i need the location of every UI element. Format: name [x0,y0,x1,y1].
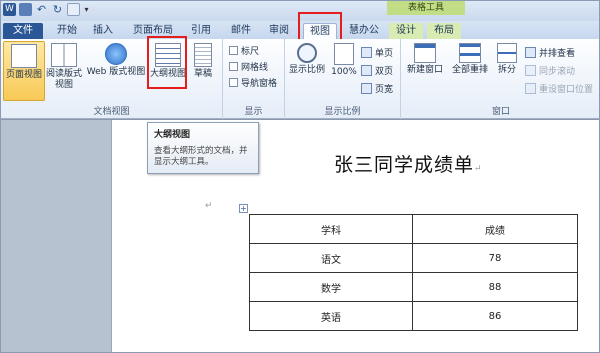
tab-references[interactable]: 引用 [187,23,215,39]
context-tab-group-label: 表格工具 [387,1,465,15]
page-width-button[interactable]: 页宽 [361,81,393,95]
reset-position-icon [525,82,536,94]
table-cell[interactable]: 88 [412,272,578,302]
undo-icon[interactable]: ↶ [35,3,48,16]
tab-insert[interactable]: 插入 [89,23,117,39]
word-logo-icon[interactable]: W [3,3,16,16]
outline-button[interactable]: 大纲视图 [149,41,187,101]
table-row: 语文 78 [249,243,578,273]
tab-extra[interactable]: 慧办公 [345,23,383,39]
group-document-views: 页面视图 阅读版式视图 Web 版式视图 大纲视图 草稿 文档视图 [1,39,223,119]
split-button[interactable]: 拆分 [493,41,521,85]
table-cell[interactable]: 数学 [249,272,413,302]
table-row: 学科 成绩 [249,214,578,244]
redo-icon[interactable]: ↻ [51,3,64,16]
customize-qat-icon[interactable]: ▾ [83,3,90,16]
tooltip-title: 大纲视图 [154,130,191,140]
print-preview-icon[interactable] [67,3,80,16]
group-label-show: 显示 [244,107,263,117]
nav-pane-check-icon [229,77,238,87]
outline-tooltip: 大纲视图 查看大纲形式的文档，并显示大纲工具。 [147,122,259,174]
tab-table-design[interactable]: 设计 [389,23,423,39]
ruler-check-icon [229,45,238,55]
group-window: 新建窗口 全部重排 拆分 并排查看 同步滚动 重设窗口位置 窗口 [401,39,599,119]
zoom-100-button[interactable]: 100% [329,41,359,85]
new-window-icon [414,43,436,63]
word-window: W ↶ ↻ ▾ 表格工具 文件 开始 插入 页面布局 引用 邮件 审阅 视图 慧… [0,0,600,353]
outline-icon [155,43,181,67]
table-cell[interactable]: 学科 [249,214,413,244]
tab-table-layout[interactable]: 布局 [427,23,461,39]
table-cell[interactable]: 英语 [249,301,413,331]
paragraph-mark-icon: ↵ [474,164,483,174]
split-icon [497,43,517,63]
page-width-icon [361,82,372,94]
group-zoom: 显示比例 100% 单页 双页 页宽 显示比例 [285,39,401,119]
tab-review[interactable]: 审阅 [265,23,293,39]
ribbon: 页面视图 阅读版式视图 Web 版式视图 大纲视图 草稿 文档视图 标尺 网格线… [1,36,599,119]
tab-file[interactable]: 文件 [3,23,43,39]
group-show: 标尺 网格线 导航窗格 显示 [223,39,285,119]
table-cell[interactable]: 86 [412,301,578,331]
print-layout-icon [11,44,37,68]
group-label-document-views: 文档视图 [93,107,130,117]
title-bar: W ↶ ↻ ▾ 表格工具 [1,1,599,21]
side-by-side-icon [525,46,536,58]
zoom-100-icon [334,43,354,65]
tab-home[interactable]: 开始 [53,23,81,39]
full-reading-icon [51,43,77,67]
arrange-all-icon [459,43,481,63]
full-reading-button[interactable]: 阅读版式视图 [45,41,83,101]
tab-view[interactable]: 视图 [303,23,337,39]
tooltip-description: 查看大纲形式的文档，并显示大纲工具。 [154,146,248,167]
tab-page-layout[interactable]: 页面布局 [129,23,177,39]
ruler-checkbox[interactable]: 标尺 [229,43,259,57]
zoom-button[interactable]: 显示比例 [287,41,327,85]
ribbon-tabs: 文件 开始 插入 页面布局 引用 邮件 审阅 视图 慧办公 设计 布局 [1,21,599,39]
gridlines-checkbox[interactable]: 网格线 [229,59,268,73]
table-cell[interactable]: 语文 [249,243,413,273]
one-page-button[interactable]: 单页 [361,45,393,59]
group-label-zoom: 显示比例 [324,107,361,117]
two-pages-icon [361,64,372,76]
table-row: 数学 88 [249,272,578,302]
draft-icon [194,43,212,67]
draft-button[interactable]: 草稿 [189,41,217,81]
table-cell[interactable]: 成绩 [412,214,578,244]
tab-mailings[interactable]: 邮件 [227,23,255,39]
reset-position-button[interactable]: 重设窗口位置 [525,81,593,95]
web-layout-icon [105,43,127,65]
new-window-button[interactable]: 新建窗口 [403,41,447,85]
sync-scroll-button[interactable]: 同步滚动 [525,63,575,77]
arrange-all-button[interactable]: 全部重排 [447,41,493,85]
magnifier-icon [297,43,317,63]
table-move-handle-icon[interactable]: + [239,204,248,213]
quick-access-toolbar: W ↶ ↻ ▾ [3,3,90,16]
nav-pane-checkbox[interactable]: 导航窗格 [229,75,277,89]
one-page-icon [361,46,372,58]
group-label-window: 窗口 [491,107,510,117]
save-icon[interactable] [19,3,32,16]
web-layout-button[interactable]: Web 版式视图 [85,41,147,81]
gridlines-check-icon [229,61,238,71]
print-layout-button[interactable]: 页面视图 [3,41,45,101]
side-by-side-button[interactable]: 并排查看 [525,45,575,59]
table-row: 英语 86 [249,301,578,331]
two-pages-button[interactable]: 双页 [361,63,393,77]
sync-scroll-icon [525,64,536,76]
paragraph-mark-icon: ↵ [205,201,213,211]
grades-table[interactable]: 学科 成绩 语文 78 数学 88 英语 86 [249,214,578,331]
table-cell[interactable]: 78 [412,243,578,273]
document-title[interactable]: 张三同学成绩单↵ [334,150,483,177]
